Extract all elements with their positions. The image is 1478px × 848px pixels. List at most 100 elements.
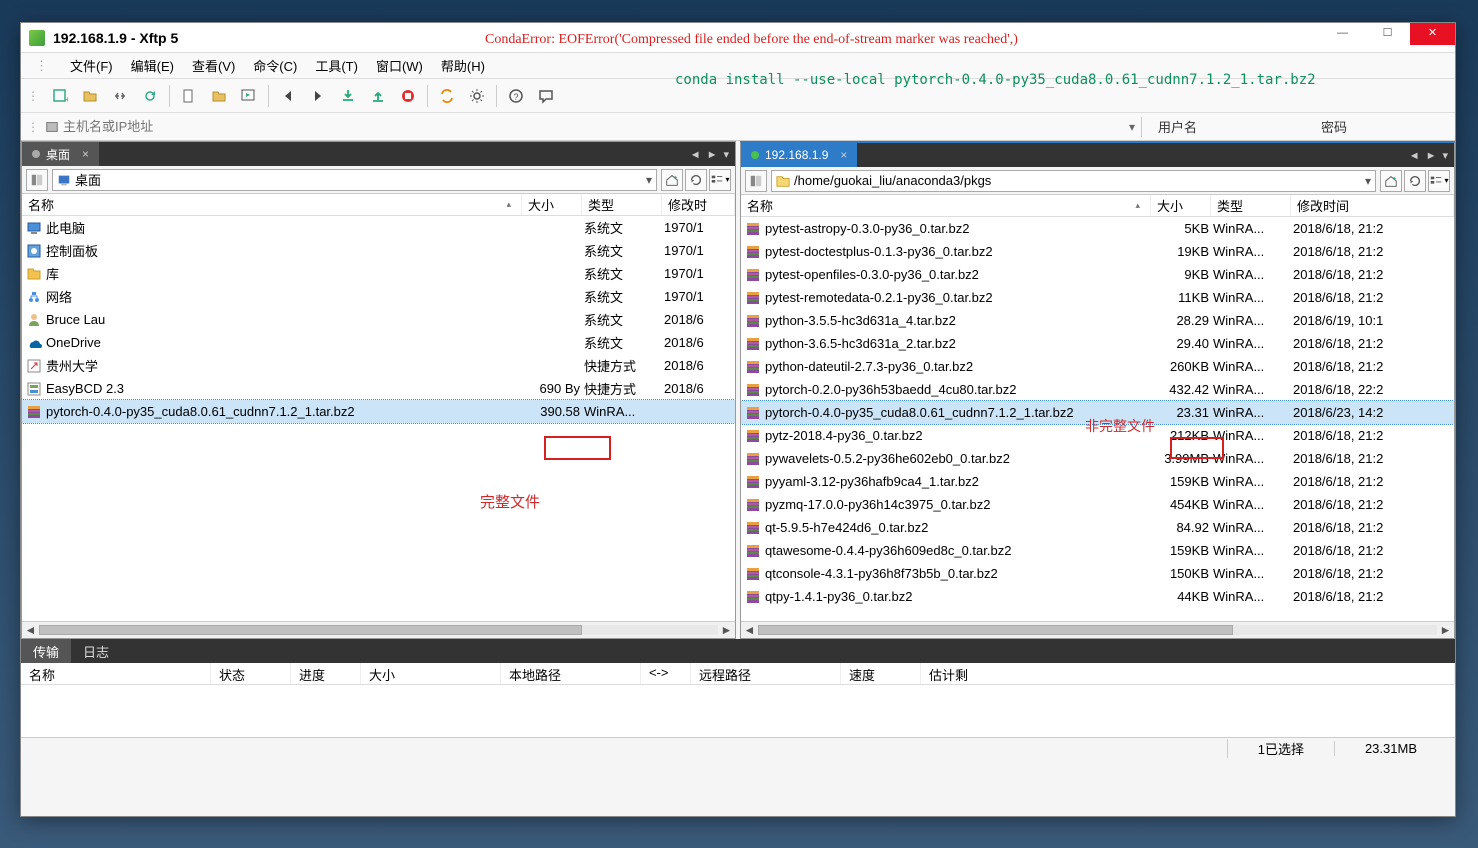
- file-row[interactable]: qt-5.9.5-h7e424d6_0.tar.bz284.92WinRA...…: [741, 516, 1454, 539]
- forward-button[interactable]: [307, 85, 329, 107]
- dropdown-arrow-icon[interactable]: ▾: [646, 173, 652, 187]
- reconnect-button[interactable]: [139, 85, 161, 107]
- col-type[interactable]: 类型: [582, 194, 662, 215]
- disconnect-button[interactable]: [109, 85, 131, 107]
- file-row[interactable]: qtconsole-4.3.1-py36h8f73b5b_0.tar.bz215…: [741, 562, 1454, 585]
- help-button[interactable]: ?: [505, 85, 527, 107]
- col-size[interactable]: 大小: [1151, 195, 1211, 216]
- col-mtime[interactable]: 修改时: [662, 194, 735, 215]
- toggle-tree-button[interactable]: [745, 170, 767, 192]
- file-row[interactable]: qtawesome-0.4.4-py36h609ed8c_0.tar.bz215…: [741, 539, 1454, 562]
- run-button[interactable]: [238, 85, 260, 107]
- file-row[interactable]: python-3.5.5-hc3d631a_4.tar.bz228.29WinR…: [741, 309, 1454, 332]
- stop-button[interactable]: [397, 85, 419, 107]
- view-options-button[interactable]: ▾: [709, 169, 731, 191]
- remote-hscroll[interactable]: ◄ ►: [741, 621, 1454, 638]
- file-row[interactable]: 网络系统文1970/1: [22, 285, 735, 308]
- file-row[interactable]: pytest-remotedata-0.2.1-py36_0.tar.bz211…: [741, 286, 1454, 309]
- menu-file[interactable]: 文件(F): [62, 53, 121, 78]
- refresh-button[interactable]: [685, 169, 707, 191]
- menu-edit[interactable]: 编辑(E): [123, 53, 182, 78]
- sync-button[interactable]: [436, 85, 458, 107]
- local-hscroll[interactable]: ◄ ►: [22, 621, 735, 638]
- file-row[interactable]: pytorch-0.2.0-py36h53baedd_4cu80.tar.bz2…: [741, 378, 1454, 401]
- tab-next-icon[interactable]: ►: [1424, 150, 1439, 162]
- local-path-input-wrapper[interactable]: ▾: [52, 169, 657, 191]
- file-row[interactable]: pywavelets-0.5.2-py36he602eb0_0.tar.bz23…: [741, 447, 1454, 470]
- maximize-button[interactable]: ☐: [1365, 23, 1410, 45]
- new-tab-button[interactable]: +: [49, 85, 71, 107]
- file-row[interactable]: pytest-astropy-0.3.0-py36_0.tar.bz25KBWi…: [741, 217, 1454, 240]
- transfer-list[interactable]: [21, 685, 1455, 737]
- file-row[interactable]: 控制面板系统文1970/1: [22, 239, 735, 262]
- transfer-home-button[interactable]: [661, 169, 683, 191]
- col-mtime[interactable]: 修改时间: [1291, 195, 1454, 216]
- file-row[interactable]: pytest-openfiles-0.3.0-py36_0.tar.bz29KB…: [741, 263, 1454, 286]
- view-options-button[interactable]: ▾: [1428, 170, 1450, 192]
- file-row[interactable]: 库系统文1970/1: [22, 262, 735, 285]
- tab-desktop[interactable]: 桌面 ×: [22, 142, 99, 166]
- tcol-name[interactable]: 名称: [21, 663, 211, 684]
- open-button[interactable]: [79, 85, 101, 107]
- file-row[interactable]: pyzmq-17.0.0-py36h14c3975_0.tar.bz2454KB…: [741, 493, 1454, 516]
- refresh-button[interactable]: [1404, 170, 1426, 192]
- local-file-list[interactable]: 此电脑系统文1970/1控制面板系统文1970/1库系统文1970/1网络系统文…: [22, 216, 735, 621]
- file-row[interactable]: OneDrive系统文2018/6: [22, 331, 735, 354]
- tab-list-icon[interactable]: ▾: [1440, 149, 1450, 162]
- username-input[interactable]: [1205, 119, 1305, 134]
- tab-list-icon[interactable]: ▾: [721, 148, 731, 161]
- file-row[interactable]: 贵州大学快捷方式2018/6: [22, 354, 735, 377]
- remote-path-input-wrapper[interactable]: ▾: [771, 170, 1376, 192]
- menu-view[interactable]: 查看(V): [184, 53, 243, 78]
- col-name[interactable]: 名称▴: [741, 195, 1151, 216]
- upload-button[interactable]: [367, 85, 389, 107]
- tcol-local[interactable]: 本地路径: [501, 663, 641, 684]
- file-row[interactable]: 此电脑系统文1970/1: [22, 216, 735, 239]
- transfer-home-button[interactable]: [1380, 170, 1402, 192]
- host-input[interactable]: [63, 119, 1123, 134]
- tcol-remote[interactable]: 远程路径: [691, 663, 841, 684]
- settings-button[interactable]: [466, 85, 488, 107]
- scroll-right-icon[interactable]: ►: [1437, 623, 1454, 637]
- toggle-tree-button[interactable]: [26, 169, 48, 191]
- col-size[interactable]: 大小: [522, 194, 582, 215]
- file-row[interactable]: pyyaml-3.12-py36hafb9ca4_1.tar.bz2159KBW…: [741, 470, 1454, 493]
- tcol-eta[interactable]: 估计剩: [921, 663, 1455, 684]
- password-input[interactable]: [1355, 119, 1455, 134]
- dropdown-arrow-icon[interactable]: ▾: [1365, 174, 1371, 188]
- tab-close-icon[interactable]: ×: [840, 148, 847, 162]
- tcol-dir[interactable]: <->: [641, 663, 691, 684]
- menu-command[interactable]: 命令(C): [245, 53, 305, 78]
- scroll-left-icon[interactable]: ◄: [22, 623, 39, 637]
- tcol-progress[interactable]: 进度: [291, 663, 361, 684]
- tab-next-icon[interactable]: ►: [705, 149, 720, 161]
- tab-remote-host[interactable]: 192.168.1.9 ×: [741, 143, 857, 167]
- tcol-speed[interactable]: 速度: [841, 663, 921, 684]
- back-button[interactable]: [277, 85, 299, 107]
- local-path-input[interactable]: [75, 172, 642, 187]
- file-row[interactable]: EasyBCD 2.3690 By快捷方式2018/6: [22, 377, 735, 400]
- tab-log[interactable]: 日志: [71, 639, 121, 663]
- tab-close-icon[interactable]: ×: [82, 147, 89, 161]
- file-row[interactable]: python-3.6.5-hc3d631a_2.tar.bz229.40WinR…: [741, 332, 1454, 355]
- menu-window[interactable]: 窗口(W): [368, 53, 431, 78]
- new-folder-button[interactable]: [208, 85, 230, 107]
- download-button[interactable]: [337, 85, 359, 107]
- close-button[interactable]: ✕: [1410, 23, 1455, 45]
- tab-prev-icon[interactable]: ◄: [688, 149, 703, 161]
- tab-prev-icon[interactable]: ◄: [1407, 150, 1422, 162]
- file-row[interactable]: python-dateutil-2.7.3-py36_0.tar.bz2260K…: [741, 355, 1454, 378]
- scroll-right-icon[interactable]: ►: [718, 623, 735, 637]
- minimize-button[interactable]: —: [1320, 23, 1365, 45]
- col-type[interactable]: 类型: [1211, 195, 1291, 216]
- menu-tools[interactable]: 工具(T): [307, 53, 366, 78]
- remote-path-input[interactable]: [794, 173, 1361, 188]
- scroll-left-icon[interactable]: ◄: [741, 623, 758, 637]
- tcol-size[interactable]: 大小: [361, 663, 501, 684]
- file-row[interactable]: pytest-doctestplus-0.1.3-py36_0.tar.bz21…: [741, 240, 1454, 263]
- menu-help[interactable]: 帮助(H): [433, 53, 493, 78]
- new-file-button[interactable]: [178, 85, 200, 107]
- file-row[interactable]: Bruce Lau系统文2018/6: [22, 308, 735, 331]
- file-row[interactable]: qtpy-1.4.1-py36_0.tar.bz244KBWinRA...201…: [741, 585, 1454, 608]
- tcol-status[interactable]: 状态: [211, 663, 291, 684]
